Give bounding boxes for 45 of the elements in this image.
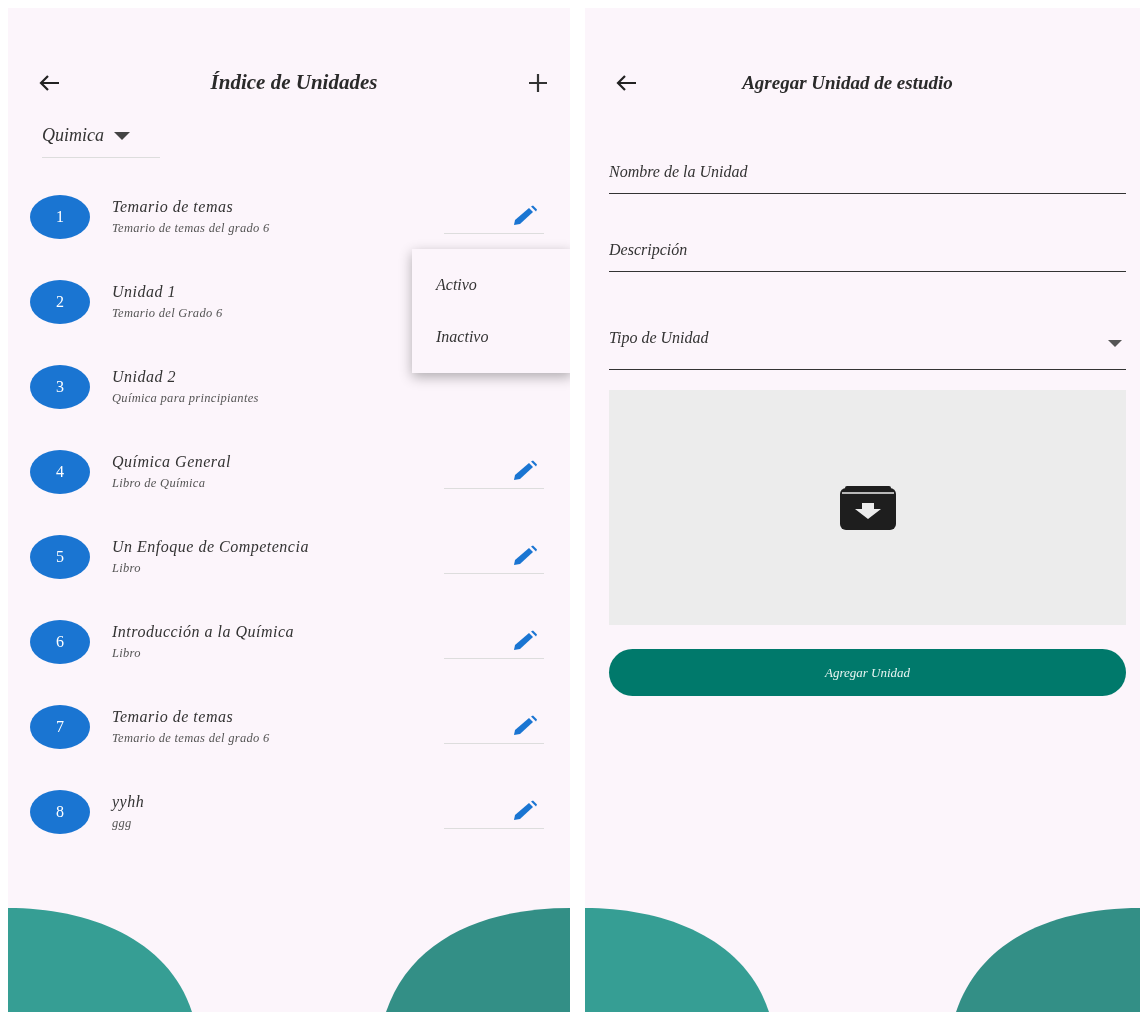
archive-icon	[839, 485, 896, 530]
unit-subtitle: Temario de temas del grado 6	[112, 730, 270, 748]
number-badge: 2	[30, 279, 90, 324]
number-badge: 4	[30, 449, 90, 494]
text-field[interactable]: Nombre de la Unidad	[609, 132, 1126, 194]
unit-subtitle: Libro	[112, 645, 141, 663]
menu-item[interactable]: Inactivo	[412, 311, 570, 363]
number-badge: 1	[30, 194, 90, 239]
pencil-icon	[512, 630, 538, 652]
unit-title: Unidad 1	[112, 282, 176, 303]
unit-subtitle: Libro	[112, 560, 141, 578]
unit-title: Temario de temas	[112, 197, 234, 218]
pencil-icon	[512, 545, 538, 567]
unit-title: Un Enfoque de Competencia	[112, 537, 309, 558]
menu-item[interactable]: Activo	[412, 259, 570, 311]
pencil-icon	[512, 800, 538, 822]
unit-title: Temario de temas	[112, 707, 234, 728]
submit-button[interactable]: Agregar Unidad	[609, 649, 1126, 696]
unit-title: yyhh	[112, 792, 145, 813]
number-badge: 6	[30, 619, 90, 664]
number-badge: 5	[30, 534, 90, 579]
caret-icon	[1108, 340, 1122, 347]
screen-title: Agregar Unidad de estudio	[740, 70, 954, 95]
pencil-icon	[512, 460, 538, 482]
unit-subtitle: Libro de Química	[112, 475, 206, 493]
caret-icon	[114, 131, 130, 140]
pencil-icon	[512, 205, 538, 227]
screen-title: Índice de Unidades	[209, 69, 379, 97]
unit-title: Unidad 2	[112, 367, 176, 388]
unit-title: Introducción a la Química	[112, 622, 295, 643]
number-badge: 8	[30, 789, 90, 834]
number-badge: 3	[30, 364, 90, 409]
unit-subtitle: ggg	[112, 815, 132, 833]
type-dropdown[interactable]: Tipo de Unidad	[609, 288, 1126, 370]
unit-title: Química General	[112, 452, 232, 473]
number-badge: 7	[30, 704, 90, 749]
unit-subtitle: Temario del Grado 6	[112, 305, 223, 323]
subject-dropdown[interactable]: Quimica	[42, 118, 160, 158]
pencil-icon	[512, 715, 538, 737]
unit-subtitle: Química para principiantes	[112, 390, 259, 408]
add-button[interactable]	[528, 73, 548, 93]
back-button[interactable]	[38, 74, 60, 92]
back-button[interactable]	[615, 74, 637, 92]
unit-subtitle: Temario de temas del grado 6	[112, 220, 270, 238]
text-field[interactable]: Descripción	[609, 210, 1126, 272]
